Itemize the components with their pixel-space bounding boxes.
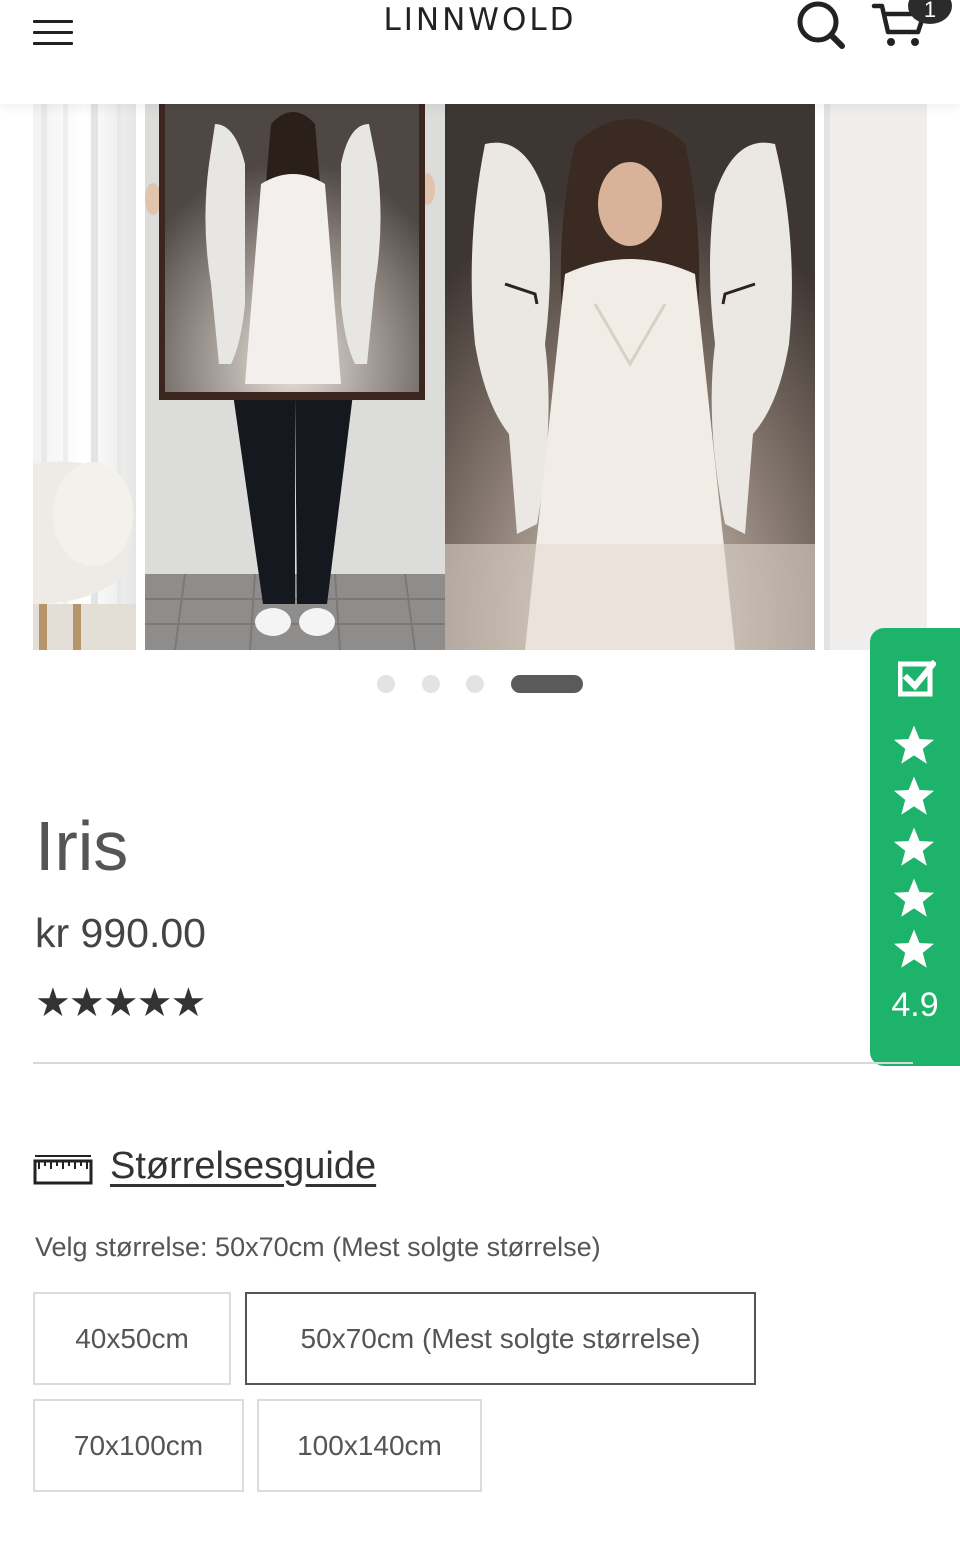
- hamburger-menu-icon[interactable]: [33, 10, 75, 45]
- size-option-50x70-selected[interactable]: 50x70cm (Mest solgte størrelse): [245, 1292, 756, 1385]
- gallery-slide-next[interactable]: [824, 104, 927, 650]
- size-selector-label: Velg størrelse: 50x70cm (Mest solgte stø…: [35, 1232, 601, 1262]
- review-star-icon: [893, 725, 935, 764]
- review-star-icon: [893, 929, 935, 968]
- gallery-pagination: [0, 675, 960, 695]
- review-star-icon: [893, 827, 935, 866]
- brand-logo[interactable]: LINNWOLD: [340, 2, 620, 38]
- gallery-dot[interactable]: [422, 675, 440, 693]
- verified-check-icon: [898, 660, 936, 697]
- gallery-slide-person-holding-print[interactable]: [145, 104, 445, 650]
- product-price: kr 990.00: [35, 910, 206, 956]
- review-star-icon: [893, 878, 935, 917]
- gallery-slide-interior[interactable]: [33, 104, 136, 650]
- size-option-100x140[interactable]: 100x140cm: [257, 1399, 482, 1492]
- review-star-icon: [893, 776, 935, 815]
- gallery-slide-artwork-iris[interactable]: [445, 104, 815, 650]
- gallery-dot[interactable]: [377, 675, 395, 693]
- review-score: 4.9: [891, 986, 939, 1024]
- section-divider: [33, 1062, 913, 1064]
- site-header: LINNWOLD 1: [0, 0, 960, 104]
- gallery-dot[interactable]: [466, 675, 484, 693]
- search-icon[interactable]: [792, 0, 848, 52]
- product-title: Iris: [35, 807, 129, 885]
- size-option-40x50[interactable]: 40x50cm: [33, 1292, 231, 1385]
- ruler-icon: [33, 1155, 93, 1185]
- gallery-dot-active[interactable]: [511, 675, 583, 693]
- product-image-gallery[interactable]: [33, 104, 960, 650]
- reviews-badge[interactable]: 4.9: [870, 628, 960, 1066]
- product-rating-stars[interactable]: ★★★★★: [35, 980, 206, 1026]
- size-option-70x100[interactable]: 70x100cm: [33, 1399, 244, 1492]
- size-guide-label[interactable]: Størrelsesguide: [110, 1145, 376, 1188]
